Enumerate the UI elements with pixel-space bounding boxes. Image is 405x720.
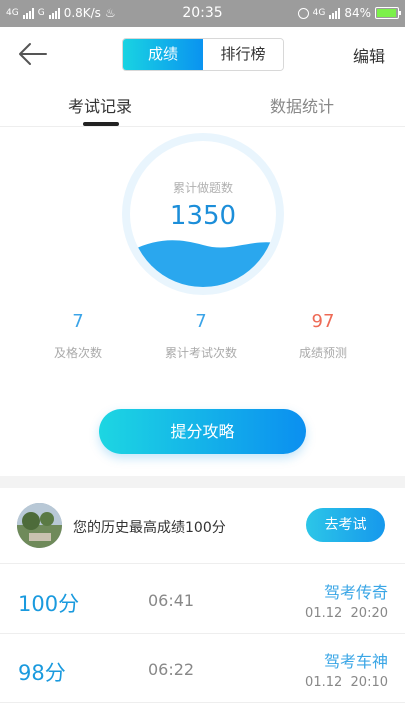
status-bar: 4G G 0.8K/s ♨ 20:35 4G 84% — [0, 0, 405, 27]
network-type-3: 4G — [312, 8, 326, 18]
stat-pass-count: 7 及格次数 — [18, 311, 138, 361]
tab-exam-records[interactable]: 考试记录 — [68, 93, 132, 117]
record-datetime: 01.12 20:20 — [305, 606, 388, 621]
gauge-inner: 累计做题数 1350 — [130, 141, 276, 287]
record-time: 20:20 — [350, 606, 388, 621]
segment-leaderboard[interactable]: 排行榜 — [203, 39, 283, 70]
stat-exam-label: 累计考试次数 — [164, 346, 237, 360]
stat-exam-value: 7 — [195, 311, 207, 332]
stat-pass-label: 及格次数 — [53, 346, 102, 360]
tab-bar: 考试记录 数据统计 — [0, 83, 405, 127]
list-item[interactable]: 98分 06:22 驾考车神 01.12 20:10 — [0, 634, 405, 703]
best-score-row: 您的历史最高成绩100分 去考试 — [0, 488, 405, 564]
stat-exam-count: 7 累计考试次数 — [141, 311, 261, 361]
record-title: 驾考车神 — [323, 652, 388, 671]
edit-button[interactable]: 编辑 — [353, 43, 385, 67]
gauge-wave-fill — [130, 240, 276, 287]
record-score: 100分 — [18, 592, 80, 616]
record-date: 01.12 — [305, 675, 343, 690]
header: 成绩 排行榜 编辑 — [0, 27, 405, 83]
alarm-icon — [297, 7, 309, 19]
record-score: 98分 — [18, 661, 66, 685]
stat-pass-value: 7 — [72, 311, 84, 332]
record-date: 01.12 — [305, 606, 343, 621]
best-score-text: 您的历史最高成绩100分 — [73, 520, 226, 536]
list-item[interactable]: 100分 06:41 驾考传奇 01.12 20:20 — [0, 565, 405, 634]
battery-icon — [375, 7, 401, 19]
tab-active-indicator — [83, 122, 119, 126]
record-datetime: 01.12 20:10 — [305, 675, 388, 690]
gauge-label: 累计做题数 — [172, 181, 233, 195]
segment-control: 成绩 排行榜 — [122, 38, 284, 71]
battery-percent: 84% — [344, 6, 371, 20]
stat-prediction-label: 成绩预测 — [298, 346, 347, 360]
signal-icon-3 — [329, 7, 341, 19]
record-duration: 06:41 — [148, 591, 195, 610]
stat-prediction: 97 成绩预测 — [263, 311, 383, 361]
avatar — [17, 503, 62, 548]
section-divider — [0, 476, 405, 488]
record-duration: 06:22 — [148, 660, 195, 679]
gauge-value: 1350 — [169, 201, 237, 231]
record-title: 驾考传奇 — [323, 583, 388, 602]
record-time: 20:10 — [350, 675, 388, 690]
stat-prediction-value: 97 — [311, 311, 335, 332]
tab-statistics[interactable]: 数据统计 — [270, 93, 334, 117]
improve-score-button[interactable]: 提分攻略 — [99, 409, 306, 454]
question-count-gauge: 累计做题数 1350 — [122, 133, 284, 295]
go-exam-button[interactable]: 去考试 — [306, 508, 385, 542]
back-arrow-icon[interactable] — [18, 41, 48, 67]
segment-score[interactable]: 成绩 — [123, 39, 203, 70]
